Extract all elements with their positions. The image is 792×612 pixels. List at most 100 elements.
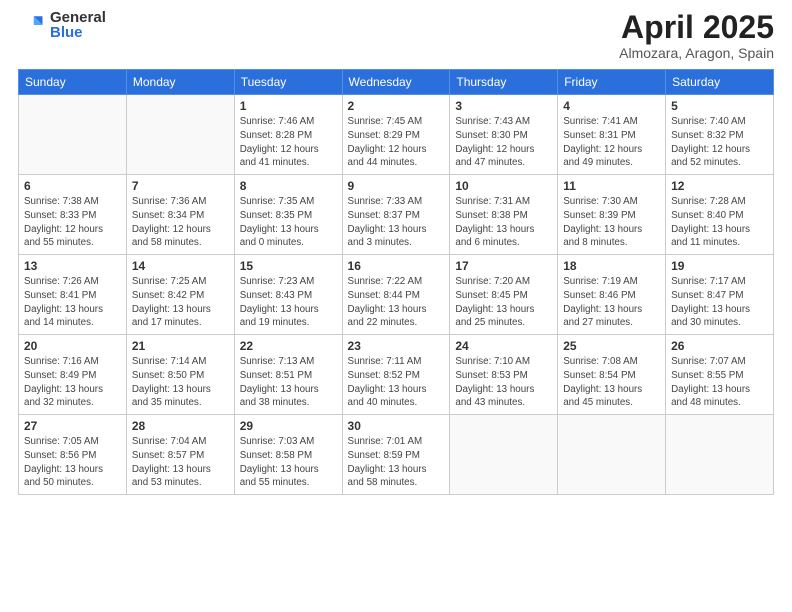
title-block: April 2025 Almozara, Aragon, Spain <box>619 10 774 61</box>
day-number: 7 <box>132 179 229 193</box>
calendar-page: General Blue April 2025 Almozara, Aragon… <box>0 0 792 612</box>
day-number: 25 <box>563 339 660 353</box>
table-row: 5 Sunrise: 7:40 AMSunset: 8:32 PMDaylight… <box>666 95 774 175</box>
day-number: 27 <box>24 419 121 433</box>
day-number: 24 <box>455 339 552 353</box>
day-detail: Sunrise: 7:10 AMSunset: 8:53 PMDaylight:… <box>455 355 552 410</box>
header-friday: Friday <box>558 70 666 95</box>
table-row: 8Sunrise: 7:35 AMSunset: 8:35 PMDaylight… <box>234 175 342 255</box>
table-row: 26 Sunrise: 7:07 AMSunset: 8:55 PMDayligh… <box>666 335 774 415</box>
day-number: 30 <box>348 419 445 433</box>
table-row: 1 Sunrise: 7:46 AMSunset: 8:28 PMDaylight… <box>234 95 342 175</box>
table-row <box>19 95 127 175</box>
day-detail: Sunrise: 7:03 AMSunset: 8:58 PMDaylight:… <box>240 435 337 490</box>
day-number: 26 <box>671 339 768 353</box>
day-detail: Sunrise: 7:17 AMSunset: 8:47 PMDaylight:… <box>671 275 768 330</box>
table-row: 3 Sunrise: 7:43 AMSunset: 8:30 PMDaylight… <box>450 95 558 175</box>
table-row <box>126 95 234 175</box>
day-number: 21 <box>132 339 229 353</box>
table-row: 15 Sunrise: 7:23 AMSunset: 8:43 PMDayligh… <box>234 255 342 335</box>
table-row: 2Sunrise: 7:45 AMSunset: 8:29 PMDaylight… <box>342 95 450 175</box>
table-row <box>558 415 666 495</box>
day-detail: Sunrise: 7:14 AMSunset: 8:50 PMDaylight:… <box>132 355 229 410</box>
logo-icon <box>18 11 46 39</box>
day-detail: Sunrise: 7:45 AMSunset: 8:29 PMDaylight:… <box>348 115 445 170</box>
table-row: 19 Sunrise: 7:17 AMSunset: 8:47 PMDayligh… <box>666 255 774 335</box>
header-saturday: Saturday <box>666 70 774 95</box>
day-number: 13 <box>24 259 121 273</box>
day-detail: Sunrise: 7:33 AMSunset: 8:37 PMDaylight:… <box>348 195 445 250</box>
day-number: 15 <box>240 259 337 273</box>
calendar-table: Sunday Monday Tuesday Wednesday Thursday… <box>18 69 774 495</box>
day-detail: Sunrise: 7:01 AMSunset: 8:59 PMDaylight:… <box>348 435 445 490</box>
day-detail: Sunrise: 7:38 AMSunset: 8:33 PMDaylight:… <box>24 195 121 250</box>
day-number: 4 <box>563 99 660 113</box>
day-detail: Sunrise: 7:26 AMSunset: 8:41 PMDaylight:… <box>24 275 121 330</box>
header-thursday: Thursday <box>450 70 558 95</box>
day-number: 10 <box>455 179 552 193</box>
day-detail: Sunrise: 7:35 AMSunset: 8:35 PMDaylight:… <box>240 195 337 250</box>
day-detail: Sunrise: 7:28 AMSunset: 8:40 PMDaylight:… <box>671 195 768 250</box>
table-row: 30 Sunrise: 7:01 AMSunset: 8:59 PMDayligh… <box>342 415 450 495</box>
day-detail: Sunrise: 7:11 AMSunset: 8:52 PMDaylight:… <box>348 355 445 410</box>
header-tuesday: Tuesday <box>234 70 342 95</box>
day-detail: Sunrise: 7:41 AMSunset: 8:31 PMDaylight:… <box>563 115 660 170</box>
table-row: 20 Sunrise: 7:16 AMSunset: 8:49 PMDayligh… <box>19 335 127 415</box>
day-detail: Sunrise: 7:30 AMSunset: 8:39 PMDaylight:… <box>563 195 660 250</box>
day-number: 12 <box>671 179 768 193</box>
table-row: 28 Sunrise: 7:04 AMSunset: 8:57 PMDayligh… <box>126 415 234 495</box>
day-number: 23 <box>348 339 445 353</box>
day-number: 29 <box>240 419 337 433</box>
logo-text: General Blue <box>50 10 106 40</box>
day-detail: Sunrise: 7:23 AMSunset: 8:43 PMDaylight:… <box>240 275 337 330</box>
table-row: 11 Sunrise: 7:30 AMSunset: 8:39 PMDayligh… <box>558 175 666 255</box>
table-row <box>450 415 558 495</box>
day-number: 16 <box>348 259 445 273</box>
table-row <box>666 415 774 495</box>
table-row: 6 Sunrise: 7:38 AMSunset: 8:33 PMDaylight… <box>19 175 127 255</box>
day-number: 19 <box>671 259 768 273</box>
day-number: 20 <box>24 339 121 353</box>
day-detail: Sunrise: 7:25 AMSunset: 8:42 PMDaylight:… <box>132 275 229 330</box>
table-row: 22Sunrise: 7:13 AMSunset: 8:51 PMDayligh… <box>234 335 342 415</box>
day-detail: Sunrise: 7:40 AMSunset: 8:32 PMDaylight:… <box>671 115 768 170</box>
day-detail: Sunrise: 7:43 AMSunset: 8:30 PMDaylight:… <box>455 115 552 170</box>
day-detail: Sunrise: 7:19 AMSunset: 8:46 PMDaylight:… <box>563 275 660 330</box>
logo-general: General <box>50 10 106 25</box>
day-detail: Sunrise: 7:31 AMSunset: 8:38 PMDaylight:… <box>455 195 552 250</box>
table-row: 10 Sunrise: 7:31 AMSunset: 8:38 PMDayligh… <box>450 175 558 255</box>
day-number: 14 <box>132 259 229 273</box>
header-sunday: Sunday <box>19 70 127 95</box>
table-row: 24 Sunrise: 7:10 AMSunset: 8:53 PMDayligh… <box>450 335 558 415</box>
calendar-title: April 2025 <box>619 10 774 45</box>
day-detail: Sunrise: 7:36 AMSunset: 8:34 PMDaylight:… <box>132 195 229 250</box>
day-number: 17 <box>455 259 552 273</box>
day-number: 5 <box>671 99 768 113</box>
day-number: 6 <box>24 179 121 193</box>
table-row: 25 Sunrise: 7:08 AMSunset: 8:54 PMDayligh… <box>558 335 666 415</box>
table-row: 21 Sunrise: 7:14 AMSunset: 8:50 PMDayligh… <box>126 335 234 415</box>
calendar-header-row: Sunday Monday Tuesday Wednesday Thursday… <box>19 70 774 95</box>
day-detail: Sunrise: 7:08 AMSunset: 8:54 PMDaylight:… <box>563 355 660 410</box>
day-number: 3 <box>455 99 552 113</box>
table-row: 14 Sunrise: 7:25 AMSunset: 8:42 PMDayligh… <box>126 255 234 335</box>
day-number: 11 <box>563 179 660 193</box>
day-detail: Sunrise: 7:04 AMSunset: 8:57 PMDaylight:… <box>132 435 229 490</box>
day-number: 9 <box>348 179 445 193</box>
day-number: 22 <box>240 339 337 353</box>
header-wednesday: Wednesday <box>342 70 450 95</box>
calendar-subtitle: Almozara, Aragon, Spain <box>619 45 774 61</box>
day-detail: Sunrise: 7:07 AMSunset: 8:55 PMDaylight:… <box>671 355 768 410</box>
table-row: 27 Sunrise: 7:05 AMSunset: 8:56 PMDayligh… <box>19 415 127 495</box>
day-detail: Sunrise: 7:46 AMSunset: 8:28 PMDaylight:… <box>240 115 337 170</box>
day-detail: Sunrise: 7:05 AMSunset: 8:56 PMDaylight:… <box>24 435 121 490</box>
page-header: General Blue April 2025 Almozara, Aragon… <box>18 10 774 61</box>
day-detail: Sunrise: 7:22 AMSunset: 8:44 PMDaylight:… <box>348 275 445 330</box>
day-number: 28 <box>132 419 229 433</box>
table-row: 17Sunrise: 7:20 AMSunset: 8:45 PMDayligh… <box>450 255 558 335</box>
day-detail: Sunrise: 7:16 AMSunset: 8:49 PMDaylight:… <box>24 355 121 410</box>
table-row: 23 Sunrise: 7:11 AMSunset: 8:52 PMDayligh… <box>342 335 450 415</box>
table-row: 9 Sunrise: 7:33 AMSunset: 8:37 PMDaylight… <box>342 175 450 255</box>
day-number: 1 <box>240 99 337 113</box>
table-row: 4 Sunrise: 7:41 AMSunset: 8:31 PMDaylight… <box>558 95 666 175</box>
